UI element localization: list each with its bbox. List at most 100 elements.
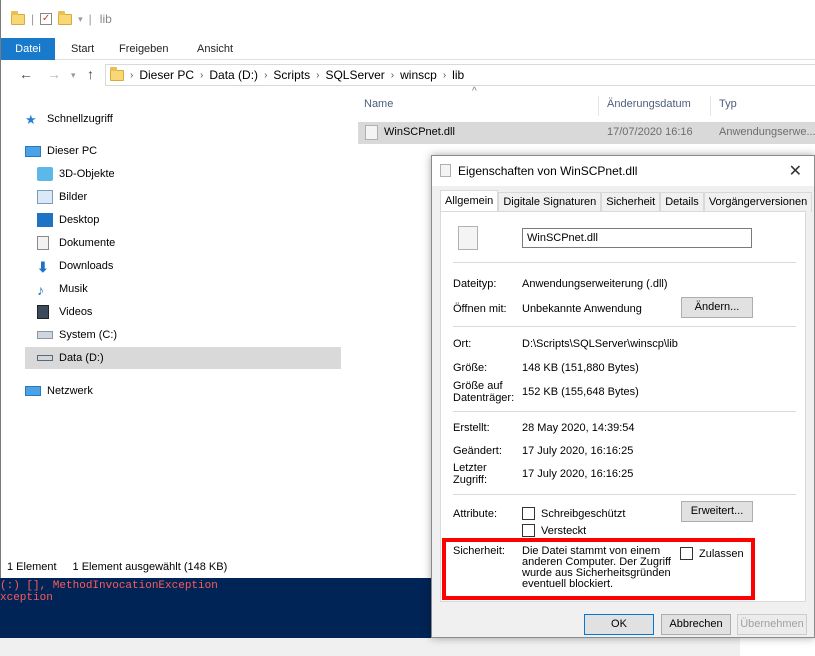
nav-item-downloads[interactable]: ⬇ Downloads bbox=[37, 255, 377, 277]
desktop-icon bbox=[37, 213, 53, 227]
nav-item-desktop[interactable]: Desktop bbox=[37, 209, 377, 231]
navigation-bar: ← → ▾ ↑ › Dieser PC › Data (D:) › Script… bbox=[1, 62, 815, 88]
readonly-checkbox[interactable] bbox=[522, 507, 535, 520]
size-value: 148 KB (151,880 Bytes) bbox=[522, 362, 639, 374]
size-on-disk-label-line1: Größe auf bbox=[453, 380, 503, 392]
size-label: Größe: bbox=[453, 362, 488, 374]
navigation-pane: ★ Schnellzugriff Dieser PC 3D-Objekte Bi… bbox=[1, 90, 346, 552]
readonly-label: Schreibgeschützt bbox=[541, 508, 626, 520]
size-on-disk-value: 152 KB (155,648 Bytes) bbox=[522, 386, 639, 398]
ok-button[interactable]: OK bbox=[584, 614, 654, 635]
cancel-button[interactable]: Abbrechen bbox=[661, 614, 731, 635]
column-header-name[interactable]: Name bbox=[364, 98, 393, 110]
status-item-count: 1 Element bbox=[7, 561, 57, 573]
dialog-title: Eigenschaften von WinSCPnet.dll bbox=[458, 164, 638, 178]
forward-arrow-icon[interactable]: → bbox=[47, 66, 61, 82]
computer-icon bbox=[25, 145, 41, 157]
pictures-icon bbox=[37, 190, 53, 204]
location-label: Ort: bbox=[453, 338, 472, 350]
breadcrumb-item[interactable]: Dieser PC bbox=[139, 68, 194, 82]
dialog-titlebar: Eigenschaften von WinSCPnet.dll ✕ bbox=[432, 156, 814, 186]
hidden-label: Versteckt bbox=[541, 525, 587, 537]
created-value: 28 May 2020, 14:39:54 bbox=[522, 422, 635, 434]
created-label: Erstellt: bbox=[453, 422, 490, 434]
folder-icon bbox=[110, 66, 124, 81]
video-icon bbox=[37, 305, 49, 319]
apply-button[interactable]: Übernehmen bbox=[737, 614, 807, 635]
tab-ansicht[interactable]: Ansicht bbox=[197, 38, 233, 60]
tab-sicherheit[interactable]: Sicherheit bbox=[601, 192, 661, 212]
tab-vorgaengerversionen[interactable]: Vorgängerversionen bbox=[703, 192, 813, 212]
console-error-line-1: (:) [], MethodInvocationException bbox=[0, 580, 218, 592]
sort-caret-icon: ^ bbox=[472, 86, 477, 97]
tab-allgemein[interactable]: Allgemein bbox=[440, 190, 499, 212]
status-bar: 1 Element 1 Element ausgewählt (148 KB) bbox=[1, 556, 441, 578]
accessed-label-line1: Letzter bbox=[453, 462, 487, 474]
opens-with-label: Öffnen mit: bbox=[453, 303, 507, 315]
nav-item-network[interactable]: Netzwerk bbox=[25, 380, 365, 402]
scrollbar-thumb[interactable] bbox=[740, 638, 815, 656]
modified-label: Geändert: bbox=[453, 445, 502, 457]
window-title: lib bbox=[99, 12, 112, 26]
nav-item-this-pc[interactable]: Dieser PC bbox=[25, 140, 365, 162]
advanced-button[interactable]: Erweitert... bbox=[681, 501, 753, 522]
nav-item-data-d[interactable]: Data (D:) bbox=[25, 347, 341, 369]
drive-icon bbox=[37, 355, 53, 361]
breadcrumb-item[interactable]: winscp bbox=[400, 68, 437, 82]
hidden-checkbox[interactable] bbox=[522, 524, 535, 537]
file-modified: 17/07/2020 16:16 bbox=[607, 126, 693, 138]
column-header-type[interactable]: Typ bbox=[719, 98, 737, 110]
breadcrumb-item[interactable]: Scripts bbox=[273, 68, 310, 82]
document-icon bbox=[37, 236, 49, 250]
tab-digitale-signaturen[interactable]: Digitale Signaturen bbox=[498, 192, 602, 212]
opens-with-value: Unbekannte Anwendung bbox=[522, 303, 642, 315]
explorer-titlebar: | ✓ ▾ | lib bbox=[1, 0, 815, 38]
filetype-value: Anwendungserweiterung (.dll) bbox=[522, 278, 668, 290]
tab-start[interactable]: Start bbox=[71, 38, 94, 60]
close-icon[interactable]: ✕ bbox=[789, 161, 802, 181]
new-folder-icon[interactable] bbox=[58, 10, 73, 25]
change-button[interactable]: Ändern... bbox=[681, 297, 753, 318]
size-on-disk-label-line2: Datenträger: bbox=[453, 392, 515, 404]
security-highlight-annotation bbox=[442, 538, 755, 600]
nav-item-music[interactable]: ♪ Musik bbox=[37, 278, 377, 300]
file-name: WinSCPnet.dll bbox=[384, 126, 455, 138]
star-icon: ★ bbox=[25, 112, 37, 127]
breadcrumb-item[interactable]: Data (D:) bbox=[209, 68, 258, 82]
dll-file-large-icon bbox=[458, 226, 478, 250]
nav-item-quick-access[interactable]: ★ Schnellzugriff bbox=[25, 108, 365, 130]
qat-dropdown-icon[interactable]: ▾ bbox=[78, 14, 83, 25]
filename-field[interactable]: WinSCPnet.dll bbox=[522, 228, 752, 248]
tab-datei[interactable]: Datei bbox=[1, 38, 55, 60]
nav-item-videos[interactable]: Videos bbox=[37, 301, 377, 323]
nav-item-pictures[interactable]: Bilder bbox=[37, 186, 377, 208]
accessed-label-line2: Zugriff: bbox=[453, 474, 488, 486]
back-arrow-icon[interactable]: ← bbox=[19, 66, 33, 82]
address-bar[interactable]: › Dieser PC › Data (D:) › Scripts › SQLS… bbox=[105, 64, 815, 86]
nav-item-documents[interactable]: Dokumente bbox=[37, 232, 377, 254]
nav-item-3d-objects[interactable]: 3D-Objekte bbox=[37, 163, 377, 185]
properties-check-icon[interactable]: ✓ bbox=[40, 13, 53, 25]
breadcrumb-item[interactable]: SQLServer bbox=[325, 68, 384, 82]
tab-details[interactable]: Details bbox=[660, 192, 704, 212]
attributes-label: Attribute: bbox=[453, 508, 498, 520]
tab-freigeben[interactable]: Freigeben bbox=[119, 38, 169, 60]
status-selection: 1 Element ausgewählt (148 KB) bbox=[72, 561, 228, 573]
ribbon-tabs: Datei Start Freigeben Ansicht bbox=[1, 38, 815, 60]
music-note-icon: ♪ bbox=[37, 282, 44, 298]
recent-locations-chevron-icon[interactable]: ▾ bbox=[71, 70, 76, 81]
quick-access-toolbar: | ✓ ▾ | lib bbox=[11, 10, 112, 26]
windows-drive-icon bbox=[37, 331, 53, 339]
dll-file-icon bbox=[365, 125, 378, 140]
network-icon bbox=[25, 386, 41, 396]
download-arrow-icon: ⬇ bbox=[37, 259, 49, 275]
nav-item-system-c[interactable]: System (C:) bbox=[37, 324, 377, 346]
file-row-winscpnet[interactable]: WinSCPnet.dll 17/07/2020 16:16 Anwendung… bbox=[358, 122, 815, 144]
powershell-horizontal-scrollbar[interactable] bbox=[0, 638, 815, 656]
filetype-label: Dateityp: bbox=[453, 278, 497, 290]
accessed-value: 17 July 2020, 16:16:25 bbox=[522, 468, 634, 480]
console-error-line-2: xception bbox=[0, 592, 53, 604]
up-arrow-icon[interactable]: ↑ bbox=[87, 66, 94, 82]
breadcrumb-item[interactable]: lib bbox=[452, 68, 464, 82]
column-header-modified[interactable]: Änderungsdatum bbox=[607, 98, 691, 110]
